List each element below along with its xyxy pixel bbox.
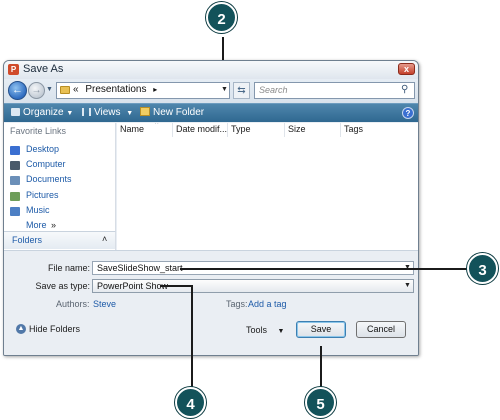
save-as-type-select[interactable]: PowerPoint Show ▼ <box>92 279 414 293</box>
tags-value[interactable]: Add a tag <box>248 299 287 309</box>
save-form: File name: SaveSlideShow_start ▼ Save as… <box>4 250 418 355</box>
save-as-dialog: P Save As x ← → ▼ « Presentations ▸ ▼ ⇆ … <box>3 60 419 356</box>
search-input[interactable]: Search ⚲ <box>254 82 415 99</box>
more-chevron-icon: » <box>51 220 57 230</box>
callout-5: 5 <box>305 387 336 418</box>
toolbar: Organize ▼ Views ▼ New Folder ? <box>4 103 418 122</box>
sidebar-item-desktop[interactable]: Desktop <box>10 144 114 158</box>
save-as-type-dropdown-icon: ▼ <box>404 282 411 289</box>
pictures-icon <box>10 192 20 201</box>
documents-icon <box>10 176 20 185</box>
chevron-up-icon: ˄ <box>102 234 108 244</box>
authors-value[interactable]: Steve <box>93 299 116 309</box>
refresh-button[interactable]: ⇆ <box>233 82 250 99</box>
sidebar-item-pictures[interactable]: Pictures <box>10 190 114 204</box>
callout-4-line-horizontal <box>160 285 192 287</box>
file-list[interactable]: Name ^ Date modif... Type Size Tags <box>117 123 418 250</box>
help-icon[interactable]: ? <box>402 107 414 119</box>
file-name-label: File name: <box>47 263 90 273</box>
column-header-date-modified[interactable]: Date modif... <box>173 123 228 137</box>
new-folder-icon <box>140 107 150 116</box>
callout-3-line <box>180 268 468 270</box>
close-button[interactable]: x <box>398 63 415 75</box>
tools-menu[interactable]: Tools ▼ <box>246 325 284 335</box>
search-icon: ⚲ <box>401 84 409 95</box>
views-menu[interactable]: Views ▼ <box>82 107 133 118</box>
callout-5-line <box>320 346 322 388</box>
window-title: Save As <box>23 63 64 75</box>
favorite-links-header: Favorite Links <box>10 126 67 136</box>
computer-icon <box>10 161 20 170</box>
desktop-icon <box>10 146 20 155</box>
address-bar[interactable]: « Presentations ▸ ▼ <box>56 82 230 99</box>
address-dropdown-icon[interactable]: ▼ <box>221 86 229 94</box>
title-bar: P Save As x <box>4 61 418 79</box>
powerpoint-icon: P <box>8 64 19 75</box>
sidebar-item-documents[interactable]: Documents <box>10 174 114 188</box>
column-header-tags[interactable]: Tags <box>341 123 418 137</box>
file-name-value: SaveSlideShow_start <box>97 263 183 273</box>
callout-2: 2 <box>206 2 237 33</box>
new-folder-button[interactable]: New Folder <box>140 107 204 118</box>
forward-button[interactable]: → <box>28 82 45 99</box>
tools-dropdown-icon: ▼ <box>277 328 285 335</box>
address-row: ← → ▼ « Presentations ▸ ▼ ⇆ Search ⚲ <box>4 79 418 103</box>
organize-menu[interactable]: Organize ▼ <box>11 107 73 118</box>
breadcrumb: « Presentations ▸ <box>73 84 157 95</box>
hide-folders-button[interactable]: Hide Folders <box>29 324 80 334</box>
cancel-button[interactable]: Cancel <box>356 321 406 338</box>
save-button[interactable]: Save <box>296 321 346 338</box>
save-as-type-label: Save as type: <box>35 281 90 291</box>
folders-toggle[interactable]: Folders ˄ <box>4 231 116 249</box>
sidebar-item-music[interactable]: Music <box>10 205 114 219</box>
organize-icon <box>11 108 20 116</box>
tags-label: Tags: <box>226 299 248 309</box>
back-button[interactable]: ← <box>8 81 27 100</box>
breadcrumb-overflow[interactable]: « <box>73 84 79 95</box>
sidebar-item-computer[interactable]: Computer <box>10 159 114 173</box>
views-icon <box>82 108 91 116</box>
folders-label: Folders <box>12 235 43 245</box>
search-placeholder: Search <box>259 85 288 95</box>
hide-folders-icon[interactable]: ▲ <box>16 324 26 334</box>
callout-4: 4 <box>175 387 206 418</box>
history-dropdown-icon[interactable]: ▼ <box>46 86 54 94</box>
callout-4-line-vertical <box>191 285 193 389</box>
music-icon <box>10 207 20 216</box>
folder-icon <box>60 86 70 94</box>
callout-3: 3 <box>467 253 498 284</box>
column-header-type[interactable]: Type <box>228 123 285 137</box>
sort-ascending-icon: ^ <box>155 123 159 128</box>
column-header-name[interactable]: Name ^ <box>117 123 173 137</box>
breadcrumb-presentations[interactable]: Presentations <box>85 84 146 95</box>
authors-label: Authors: <box>56 299 90 309</box>
breadcrumb-separator-icon[interactable]: ▸ <box>153 85 157 94</box>
column-header-size[interactable]: Size <box>285 123 341 137</box>
save-as-type-value: PowerPoint Show <box>97 281 169 291</box>
